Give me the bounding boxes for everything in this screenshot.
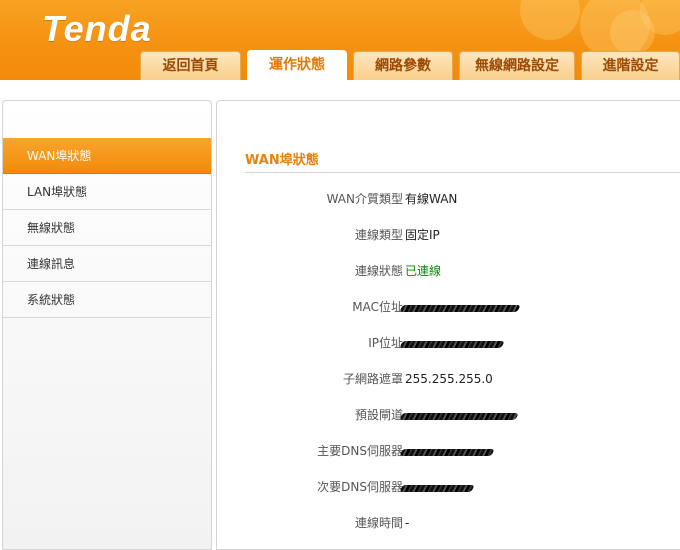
redacted-value <box>399 485 475 492</box>
row-label: 連線時間 <box>354 516 403 530</box>
page-title: WAN埠狀態 <box>245 153 319 168</box>
sidebar-item-lan-status[interactable]: LAN埠狀態 <box>3 174 211 210</box>
row-value: 有線WAN <box>405 192 458 206</box>
row-label: 預設閘道 <box>354 408 403 422</box>
tab-network[interactable]: 網路參數 <box>353 51 453 80</box>
info-row-mac-address: MAC位址 <box>245 289 680 325</box>
redacted-value <box>399 449 495 456</box>
row-label: 連線狀態 <box>354 264 403 278</box>
redacted-value <box>399 413 519 420</box>
info-row-connection-status: 連線狀態 已連線 <box>245 253 680 289</box>
header-banner: Tenda 返回首頁 運作狀態 網路參數 無線網路設定 進階設定 <box>0 0 680 80</box>
sidebar-item-wan-status[interactable]: WAN埠狀態 <box>3 138 211 174</box>
row-value: 固定IP <box>405 228 440 242</box>
sidebar: WAN埠狀態 LAN埠狀態 無線狀態 連線訊息 系統狀態 <box>2 100 212 550</box>
title-divider <box>245 172 680 173</box>
main-panel: WAN埠狀態 WAN介質類型 有線WAN 連線類型 固定IP 連線狀態 已連線 … <box>216 100 680 550</box>
info-row-wan-medium: WAN介質類型 有線WAN <box>245 181 680 217</box>
sidebar-item-wireless-status[interactable]: 無線狀態 <box>3 210 211 246</box>
tenda-logo: Tenda <box>42 8 152 49</box>
info-row-subnet-mask: 子網路遮罩 255.255.255.0 <box>245 361 680 397</box>
info-row-secondary-dns: 次要DNS伺服器 <box>245 469 680 505</box>
info-row-default-gateway: 預設閘道 <box>245 397 680 433</box>
row-label: MAC位址 <box>352 300 403 314</box>
row-label: 主要DNS伺服器 <box>317 444 403 458</box>
row-label: 連線類型 <box>354 228 403 242</box>
tab-status[interactable]: 運作狀態 <box>247 50 347 80</box>
info-row-connection-type: 連線類型 固定IP <box>245 217 680 253</box>
row-label: 次要DNS伺服器 <box>317 480 403 494</box>
row-label: IP位址 <box>368 336 403 350</box>
info-row-primary-dns: 主要DNS伺服器 <box>245 433 680 469</box>
row-label: 子網路遮罩 <box>342 372 403 386</box>
redacted-value <box>399 305 521 312</box>
info-row-connection-time: 連線時間 - <box>245 505 680 541</box>
row-label: WAN介質類型 <box>326 192 403 206</box>
info-row-ip-address: IP位址 <box>245 325 680 361</box>
sidebar-item-connection-info[interactable]: 連線訊息 <box>3 246 211 282</box>
row-value: 255.255.255.0 <box>405 372 493 386</box>
row-value: - <box>405 516 410 530</box>
redacted-value <box>399 341 505 348</box>
tab-home[interactable]: 返回首頁 <box>140 51 241 80</box>
connection-status-value: 已連線 <box>405 264 442 278</box>
header-decoration <box>520 0 580 40</box>
sidebar-item-system-status[interactable]: 系統狀態 <box>3 282 211 318</box>
tab-wireless[interactable]: 無線網路設定 <box>459 51 575 80</box>
tab-advanced[interactable]: 進階設定 <box>581 51 680 80</box>
